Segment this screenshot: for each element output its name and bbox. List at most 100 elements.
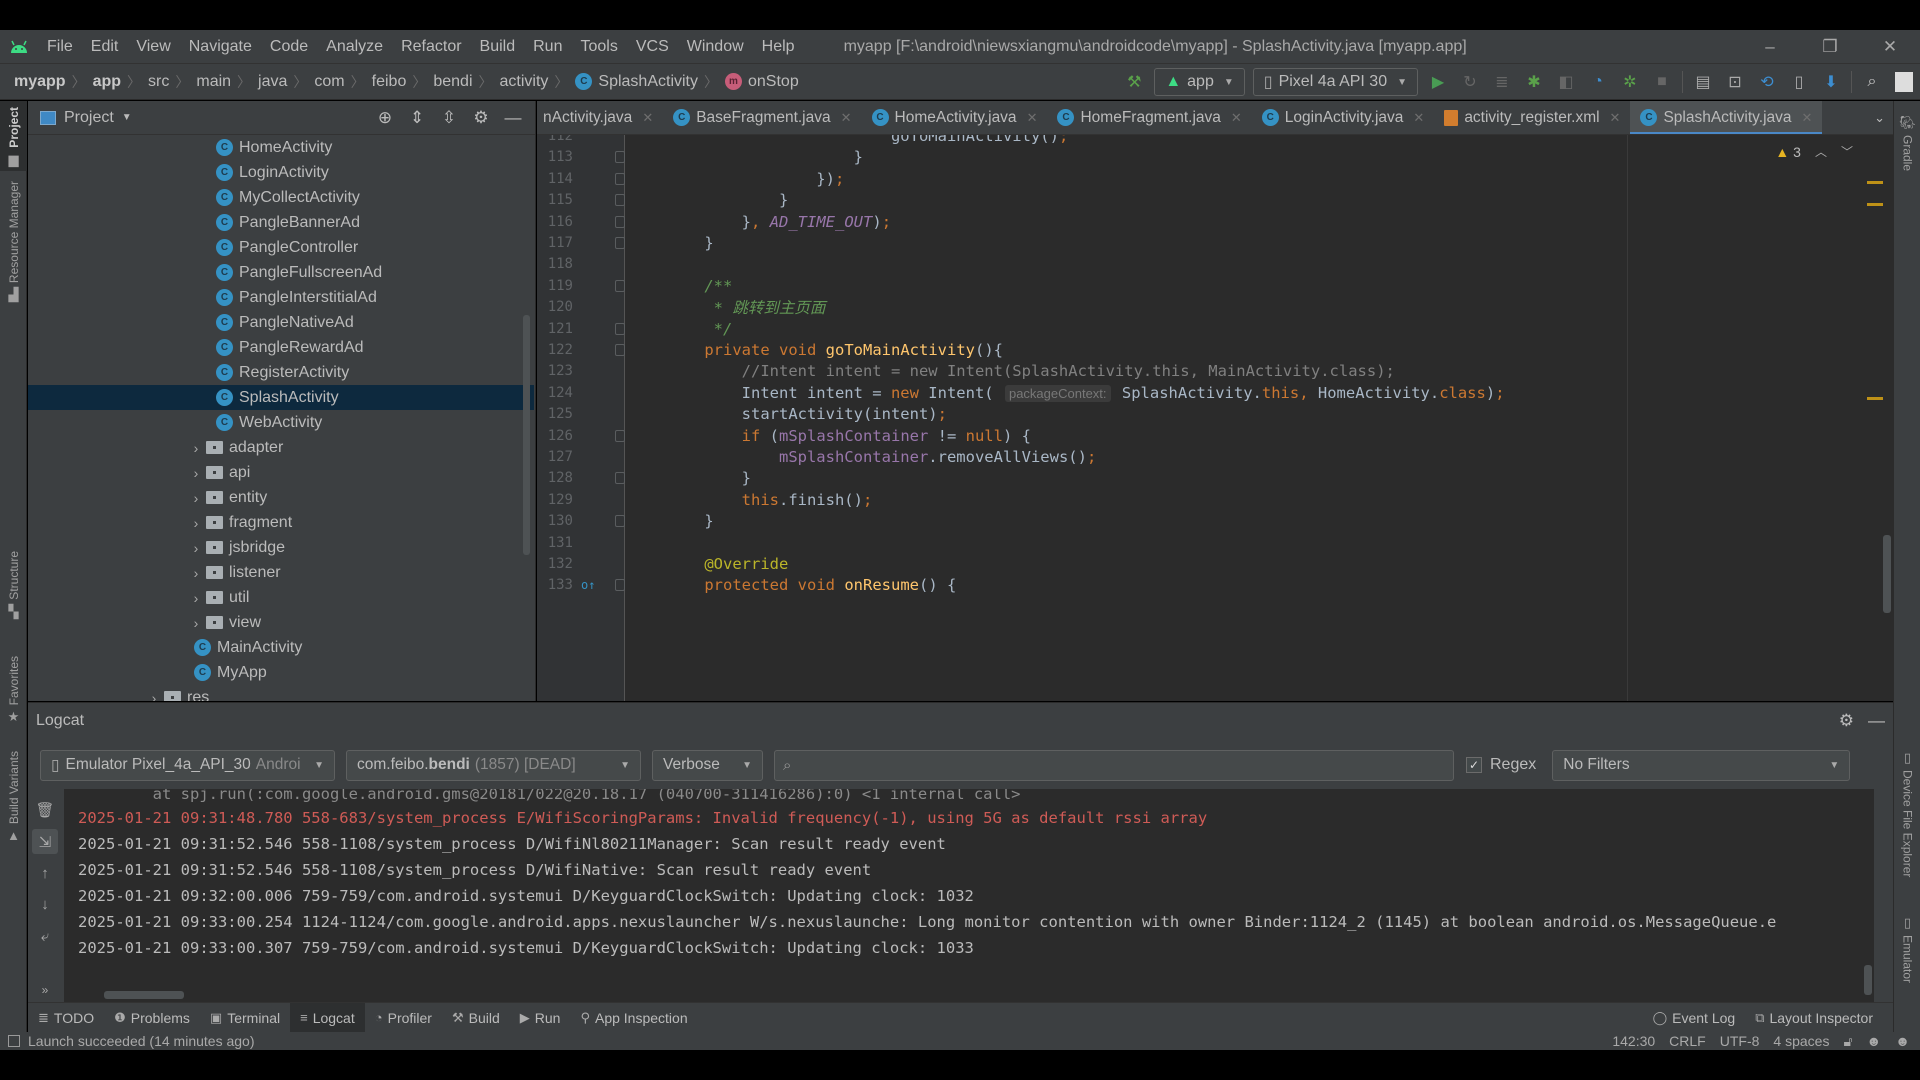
- line-number[interactable]: 119: [537, 278, 573, 294]
- line-number[interactable]: 120: [537, 299, 573, 315]
- warning-stripe-marker[interactable]: [1867, 181, 1883, 184]
- fold-marker-icon[interactable]: [615, 237, 625, 249]
- device-select[interactable]: ▯ Emulator Pixel_4a_API_30 Androi ▼: [40, 749, 335, 781]
- restore-button[interactable]: ❐: [1800, 30, 1860, 64]
- tool-tab-favorites[interactable]: Favorites ★: [0, 656, 27, 729]
- close-tab-icon[interactable]: ✕: [1231, 110, 1242, 126]
- line-number[interactable]: 132: [537, 556, 573, 572]
- hide-panel-icon[interactable]: —: [497, 108, 529, 128]
- line-number[interactable]: 131: [537, 535, 573, 551]
- tree-item-mycollectactivity[interactable]: C MyCollectActivity: [28, 185, 534, 210]
- warning-stripe-marker[interactable]: [1867, 397, 1883, 400]
- tree-item-splashactivity[interactable]: C SplashActivity: [28, 385, 534, 410]
- profiler-icon[interactable]: ◔: [1582, 67, 1614, 97]
- gradle-sync-icon[interactable]: ⟲: [1751, 67, 1783, 97]
- tree-folder-jsbridge[interactable]: › jsbridge: [28, 535, 534, 560]
- tool-tab-gradle[interactable]: 🐘︎ Gradle: [1894, 111, 1920, 171]
- process-select[interactable]: com.feibo. bendi (1857) [DEAD] ▼: [346, 749, 641, 781]
- sdk-manager-icon[interactable]: ⬇: [1815, 67, 1847, 97]
- breadcrumb-onstop[interactable]: m onStop: [721, 73, 802, 91]
- line-number[interactable]: 113: [537, 149, 573, 165]
- tab-basefragment[interactable]: C BaseFragment.java ✕: [663, 101, 861, 134]
- apply-changes-restart-icon[interactable]: ↻: [1454, 67, 1486, 97]
- line-number[interactable]: 130: [537, 513, 573, 529]
- tree-folder-view[interactable]: › view: [28, 610, 534, 635]
- stop-icon[interactable]: ■: [1646, 67, 1678, 97]
- menu-run[interactable]: Run: [524, 38, 571, 56]
- inspection-widget[interactable]: ▲ 3 ︿ ﹀: [1775, 143, 1853, 160]
- tool-tab-emulator[interactable]: ▯ Emulator: [1894, 911, 1920, 983]
- fold-marker-icon[interactable]: [615, 172, 625, 185]
- tree-item-panglebannerad[interactable]: C PangleBannerAd: [28, 210, 534, 235]
- make-project-hammer-icon[interactable]: ⚒: [1118, 67, 1150, 97]
- debug-icon[interactable]: ✱: [1518, 67, 1550, 97]
- fold-marker-icon[interactable]: [615, 429, 625, 442]
- chevron-right-icon[interactable]: ›: [186, 440, 206, 456]
- down-arrow-icon[interactable]: ↓: [32, 892, 58, 918]
- close-button[interactable]: ✕: [1860, 30, 1920, 64]
- line-number[interactable]: 114: [537, 171, 573, 187]
- code-editor[interactable]: 112 goToMainActivity(); 113 } 114 }); 115 }…: [537, 135, 1893, 701]
- menu-tools[interactable]: Tools: [571, 38, 626, 56]
- tab-homefragment[interactable]: C HomeFragment.java ✕: [1047, 101, 1251, 134]
- fold-marker-icon[interactable]: [615, 151, 625, 164]
- line-number[interactable]: 127: [537, 449, 573, 465]
- project-tree-scrollbar[interactable]: [523, 315, 530, 555]
- close-tab-icon[interactable]: ✕: [1610, 110, 1621, 126]
- next-highlight-icon[interactable]: ﹀: [1841, 143, 1853, 160]
- tree-item-panglefullscreenad[interactable]: C PangleFullscreenAd: [28, 260, 534, 285]
- menu-code[interactable]: Code: [261, 38, 317, 56]
- tree-item-pangleinterstitialad[interactable]: C PangleInterstitialAd: [28, 285, 534, 310]
- chevron-down-icon[interactable]: ▼: [122, 112, 132, 123]
- tree-item-panglecontroller[interactable]: C PangleController: [28, 235, 534, 260]
- chevron-right-icon[interactable]: ›: [186, 490, 206, 506]
- tool-window-profiler[interactable]: ◔ Profiler: [365, 1003, 442, 1033]
- collapse-all-icon[interactable]: ⇳: [433, 108, 465, 128]
- tree-item-mainactivity[interactable]: C MainActivity: [28, 635, 534, 660]
- tool-window-terminal[interactable]: ▣ Terminal: [200, 1003, 290, 1033]
- apply-code-changes-icon[interactable]: ≣: [1486, 67, 1518, 97]
- editor-scrollbar[interactable]: [1883, 535, 1891, 613]
- tree-folder-listener[interactable]: › listener: [28, 560, 534, 585]
- fold-marker-icon[interactable]: [615, 344, 625, 356]
- logcat-horizontal-scrollbar[interactable]: [104, 991, 184, 999]
- tree-item-myapp[interactable]: C MyApp: [28, 660, 534, 685]
- breadcrumb-myapp[interactable]: myapp: [10, 73, 69, 91]
- line-number[interactable]: 133: [537, 577, 573, 593]
- caret-position[interactable]: 142:30: [1612, 1033, 1655, 1049]
- device-select[interactable]: ▯ Pixel 4a API 30 ▼: [1252, 68, 1418, 96]
- clear-logcat-trash-icon[interactable]: 🗑︎: [32, 797, 58, 823]
- previous-highlight-icon[interactable]: ︿: [1815, 143, 1827, 160]
- chevron-right-icon[interactable]: ›: [186, 465, 206, 481]
- tool-tab-resource-manager[interactable]: Resource Manager ▟: [0, 181, 27, 307]
- menu-build[interactable]: Build: [471, 38, 525, 56]
- close-tab-icon[interactable]: ✕: [1027, 110, 1038, 126]
- line-number[interactable]: 116: [537, 214, 573, 230]
- menu-view[interactable]: View: [127, 38, 179, 56]
- breadcrumb-src[interactable]: src: [144, 73, 172, 91]
- tool-tab-structure[interactable]: Structure ▚: [0, 551, 27, 624]
- line-number[interactable]: 124: [537, 385, 573, 401]
- tree-folder-res[interactable]: › res: [28, 685, 534, 701]
- chevron-right-icon[interactable]: ›: [186, 615, 206, 631]
- fold-marker-icon[interactable]: [615, 579, 625, 592]
- run-config-select[interactable]: ▲ app ▼: [1154, 68, 1245, 96]
- line-separator[interactable]: CRLF: [1669, 1033, 1706, 1049]
- minimize-button[interactable]: –: [1740, 30, 1800, 64]
- logcat-output[interactable]: at spj.run(:com.google.android.gms@20181…: [64, 789, 1874, 1003]
- breadcrumb-main[interactable]: main: [192, 73, 234, 91]
- chevron-right-icon[interactable]: ›: [186, 515, 206, 531]
- scroll-to-end-icon[interactable]: ⇲: [32, 828, 58, 855]
- line-number[interactable]: 118: [537, 256, 573, 272]
- breadcrumb-feibo[interactable]: feibo: [368, 73, 410, 91]
- line-number[interactable]: 121: [537, 321, 573, 337]
- close-tab-icon[interactable]: ✕: [1802, 110, 1813, 126]
- status-toggle-icon[interactable]: [8, 1035, 20, 1047]
- avd-manager-icon[interactable]: ▯: [1783, 67, 1815, 97]
- breadcrumb-com[interactable]: com: [310, 73, 347, 91]
- breadcrumb-bendi[interactable]: bendi: [429, 73, 475, 91]
- coverage-icon[interactable]: ◧: [1550, 67, 1582, 97]
- sync-gradle-icon[interactable]: ⊡: [1719, 67, 1751, 97]
- tree-item-registeractivity[interactable]: C RegisterActivity: [28, 360, 534, 385]
- expand-all-icon[interactable]: ⇕: [401, 108, 433, 128]
